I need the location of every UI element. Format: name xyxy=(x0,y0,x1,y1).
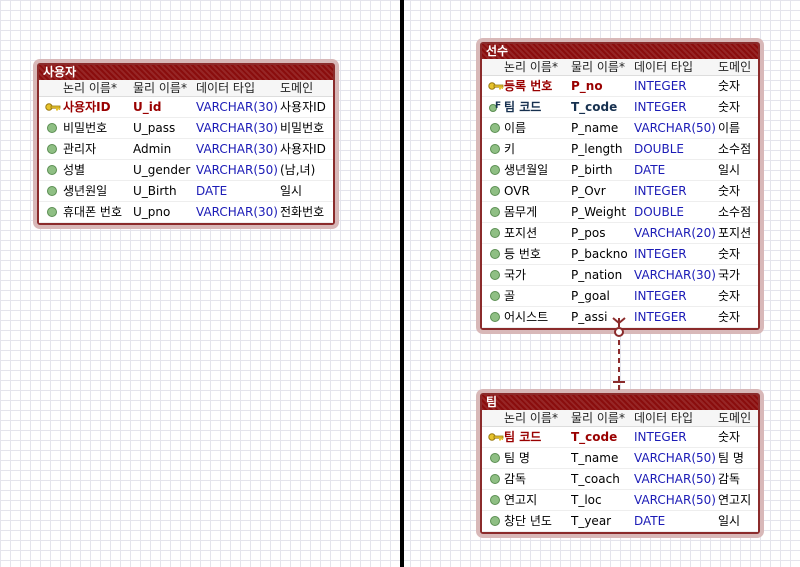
crow-foot-many-icon xyxy=(612,317,626,337)
relationship-player-team[interactable] xyxy=(0,0,800,567)
